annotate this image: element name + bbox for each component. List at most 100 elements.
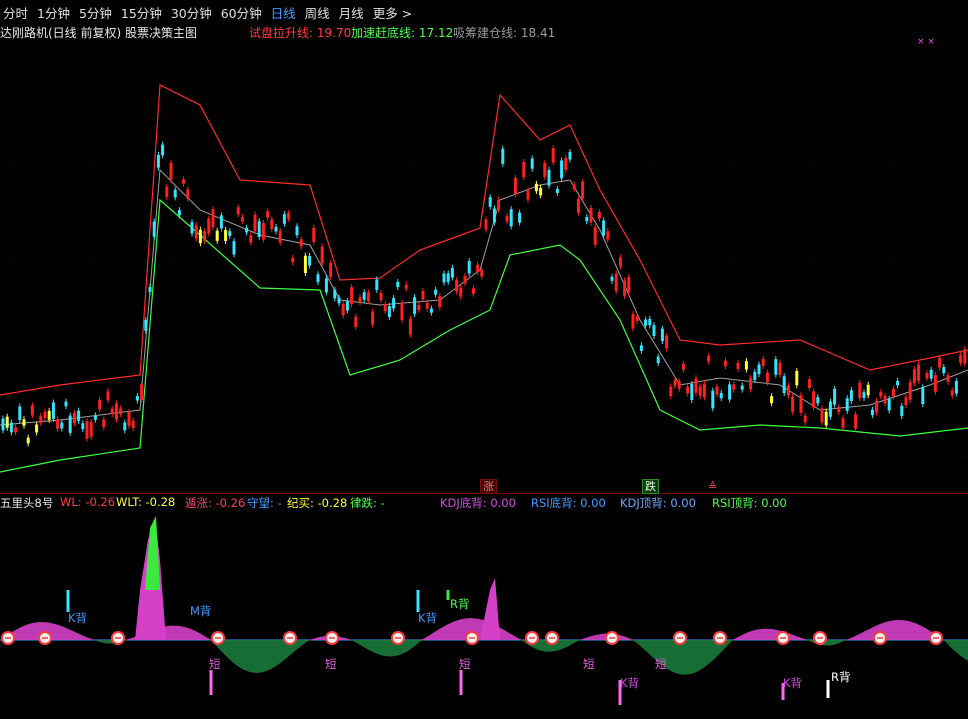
candle-body xyxy=(119,408,123,415)
candle-body xyxy=(72,412,76,424)
candle-body xyxy=(35,424,39,433)
candle-body xyxy=(320,246,324,264)
candle-body xyxy=(925,373,929,379)
sub-chart-title: 五里头8号 xyxy=(0,496,54,510)
candle-body xyxy=(539,187,543,196)
candle-body xyxy=(891,388,895,397)
candle-body xyxy=(169,162,173,180)
candle-body xyxy=(736,363,740,369)
candle-body xyxy=(22,419,26,426)
candle-body xyxy=(127,412,131,426)
candle-body xyxy=(131,420,135,428)
candle-body xyxy=(249,235,253,243)
r-divergence-label: R背 xyxy=(450,597,470,611)
candle-body xyxy=(547,169,551,186)
price-chart-canvas[interactable]: × × xyxy=(0,0,968,719)
candle-body xyxy=(26,437,30,444)
candle-body xyxy=(177,210,181,216)
candle-body xyxy=(68,415,72,433)
candle-body xyxy=(14,427,18,433)
candle-body xyxy=(581,181,585,199)
candle-body xyxy=(81,423,85,430)
candle-body xyxy=(933,375,937,392)
candle-body xyxy=(828,401,832,417)
indicator-kdj-top-div: KDJ顶背: 0.00 xyxy=(620,496,696,510)
candle-body xyxy=(358,297,362,303)
candle-body xyxy=(912,369,916,384)
candle-body xyxy=(484,219,488,230)
candle-body xyxy=(820,408,824,423)
candle-body xyxy=(287,213,291,219)
candle-body xyxy=(715,386,719,395)
sub-spike xyxy=(480,578,500,640)
candle-body xyxy=(845,398,849,411)
candle-body xyxy=(576,199,580,213)
candle-body xyxy=(211,209,215,227)
candle-body xyxy=(534,183,538,192)
candle-body xyxy=(497,199,501,210)
candle-body xyxy=(446,273,450,283)
candle-body xyxy=(875,400,879,413)
candle-body xyxy=(526,190,530,200)
candle-body xyxy=(476,264,480,272)
candle-body xyxy=(555,188,559,193)
candle-body xyxy=(501,148,505,164)
candle-body xyxy=(224,229,228,241)
candle-body xyxy=(173,189,177,198)
candle-body xyxy=(5,416,9,428)
candle-body xyxy=(610,276,614,281)
candle-body xyxy=(480,269,484,277)
candle-body xyxy=(236,207,240,215)
candle-body xyxy=(51,402,55,419)
r-divergence-label: R背 xyxy=(831,670,851,684)
candle-body xyxy=(543,162,547,177)
short-label: 短 xyxy=(583,657,595,671)
candle-body xyxy=(639,345,643,351)
candle-body xyxy=(812,391,816,408)
candle-body xyxy=(803,415,807,423)
candle-body xyxy=(644,319,648,326)
candle-body xyxy=(295,226,299,236)
candle-body xyxy=(245,227,249,233)
candle-body xyxy=(585,217,589,222)
candle-body xyxy=(329,262,333,277)
candle-body xyxy=(324,278,328,293)
candle-body xyxy=(652,325,656,336)
candle-body xyxy=(375,279,379,290)
other-marker: ≙ xyxy=(708,480,718,493)
candle-body xyxy=(43,411,47,418)
candle-body xyxy=(421,291,425,300)
candle-body xyxy=(392,298,396,309)
candle-body xyxy=(824,411,828,426)
m-divergence-label: M背 xyxy=(190,604,212,618)
candle-body xyxy=(950,390,954,396)
k-divergence-label: K背 xyxy=(783,676,803,690)
candle-body xyxy=(438,295,442,308)
candle-body xyxy=(463,275,467,284)
candle-body xyxy=(744,361,748,370)
candle-body xyxy=(782,376,786,394)
candle-body xyxy=(572,184,576,189)
k-divergence-label: K背 xyxy=(620,676,640,690)
candle-body xyxy=(404,284,408,289)
candle-body xyxy=(30,405,34,416)
candle-body xyxy=(602,220,606,236)
candle-body xyxy=(879,391,883,397)
indicator-rsi-bottom-div: RSI底背: 0.00 xyxy=(531,496,606,510)
candle-body xyxy=(761,358,765,367)
candle-body xyxy=(291,257,295,263)
sub-chart-legend: 五里头8号 WL: -0.26 WLT: -0.28 遁涨: -0.26 守望:… xyxy=(0,495,968,511)
candle-body xyxy=(240,216,244,222)
candle-body xyxy=(110,408,114,414)
candle-body xyxy=(866,384,870,396)
candle-body xyxy=(564,158,568,170)
candle-body xyxy=(492,208,496,223)
candle-body xyxy=(841,418,845,428)
candle-body xyxy=(509,209,513,227)
candle-body xyxy=(513,177,517,195)
candle-body xyxy=(89,422,93,437)
candle-body xyxy=(371,311,375,325)
signal-bar xyxy=(416,590,420,612)
candle-body xyxy=(686,386,690,394)
candle-body xyxy=(707,356,711,362)
